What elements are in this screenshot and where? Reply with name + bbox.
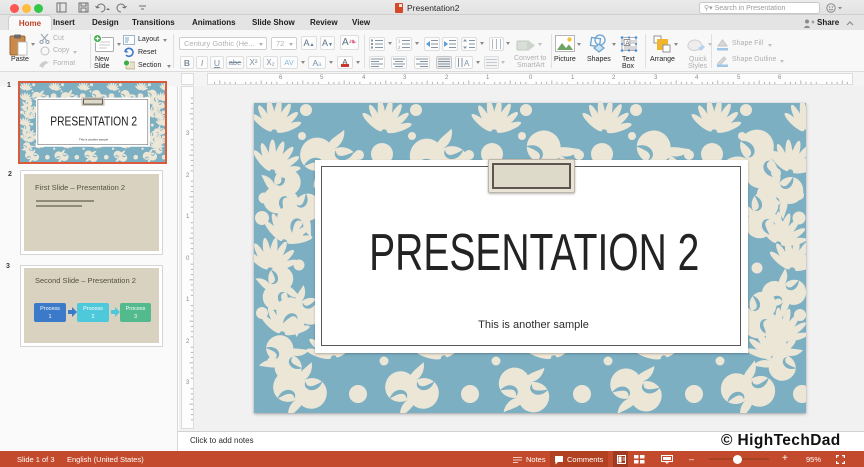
svg-text:A: A [626,41,630,47]
svg-text:A: A [464,59,470,67]
svg-text:2: 2 [398,45,401,49]
svg-text:1: 1 [398,39,401,44]
